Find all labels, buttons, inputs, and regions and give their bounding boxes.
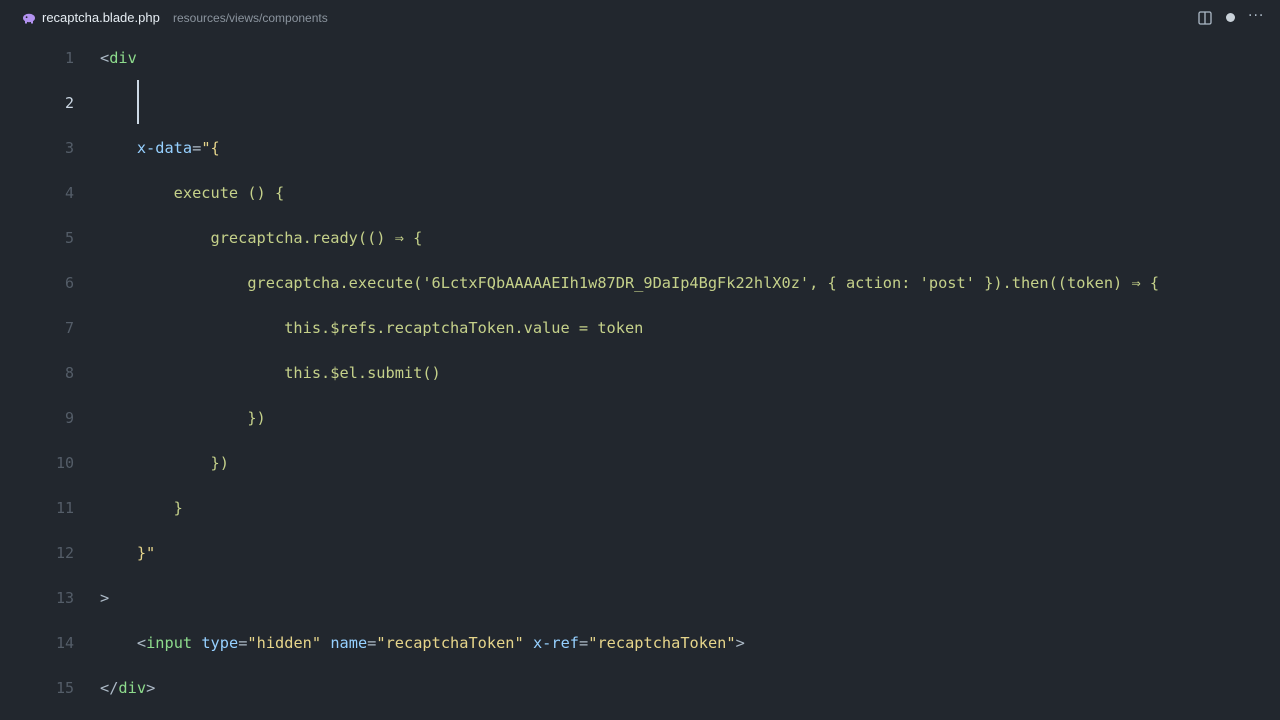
line-number: 1: [64, 49, 74, 67]
code-text: >: [100, 589, 110, 607]
code-line[interactable]: 15 </div>: [0, 673, 1280, 703]
code-line[interactable]: 5 grecaptcha.ready(() ⇒ {: [0, 223, 1280, 253]
line-number: 10: [55, 454, 74, 472]
code-editor[interactable]: 1 <div 2 3 x-data="{ 4 execute () { 5 grecapt…: [0, 36, 1280, 720]
code-text: execute () {: [100, 184, 285, 202]
code-line[interactable]: 4 execute () {: [0, 178, 1280, 208]
unsaved-changes-dot-icon[interactable]: [1226, 13, 1235, 22]
line-number: 5: [64, 229, 74, 247]
tab-file-name[interactable]: recaptcha.blade.php: [42, 10, 160, 25]
code-text: </div>: [100, 679, 156, 697]
code-text: grecaptcha.execute('6LctxFQbAAAAAEIh1w87…: [100, 274, 1160, 292]
line-number: 3: [64, 139, 74, 157]
php-elephant-icon: [23, 13, 35, 24]
line-number: 8: [64, 364, 74, 382]
line-number: 4: [64, 184, 74, 202]
code-line[interactable]: 6 grecaptcha.execute('6LctxFQbAAAAAEIh1w…: [0, 268, 1280, 298]
code-text: x-data="{: [136, 139, 220, 157]
code-line[interactable]: 1 <div: [0, 43, 1280, 73]
code-text: }): [100, 454, 229, 472]
code-line[interactable]: 10 }): [0, 448, 1280, 478]
line-number: 15: [55, 679, 74, 697]
line-number: 6: [64, 274, 74, 292]
code-text: this.$refs.recaptchaToken.value = token: [100, 319, 644, 337]
code-line[interactable]: 14 <input type="hidden" name="recaptchaT…: [0, 628, 1280, 658]
line-number: 11: [55, 499, 74, 517]
code-line[interactable]: 11 }: [0, 493, 1280, 523]
editor-tab-bar: recaptcha.blade.php resources/views/comp…: [0, 0, 1280, 36]
code-line[interactable]: 7 this.$refs.recaptchaToken.value = toke…: [0, 313, 1280, 343]
code-line[interactable]: 13 >: [0, 583, 1280, 613]
line-number: 9: [64, 409, 74, 427]
line-number: 12: [55, 544, 74, 562]
code-text: grecaptcha.ready(() ⇒ {: [100, 229, 423, 247]
line-number: 13: [55, 589, 74, 607]
code-text: this.$el.submit(): [100, 364, 441, 382]
code-line[interactable]: 2: [0, 88, 1280, 118]
line-number: 14: [55, 634, 74, 652]
code-text: }: [100, 499, 183, 517]
line-number: 7: [64, 319, 74, 337]
more-actions-icon[interactable]: ···: [1248, 8, 1264, 24]
code-line[interactable]: 12 }": [0, 538, 1280, 568]
code-line[interactable]: 3 x-data="{: [0, 133, 1280, 163]
tab-file-path: resources/views/components: [173, 11, 328, 25]
code-text: }): [100, 409, 266, 427]
code-text: <input type="hidden" name="recaptchaToke…: [136, 634, 745, 652]
text-cursor: [137, 80, 139, 124]
code-line[interactable]: 9 }): [0, 403, 1280, 433]
code-line[interactable]: 8 this.$el.submit(): [0, 358, 1280, 388]
split-editor-icon[interactable]: [1198, 11, 1212, 25]
line-number: 2: [64, 94, 74, 112]
code-text: }": [100, 544, 156, 562]
code-text: <div: [100, 49, 137, 67]
